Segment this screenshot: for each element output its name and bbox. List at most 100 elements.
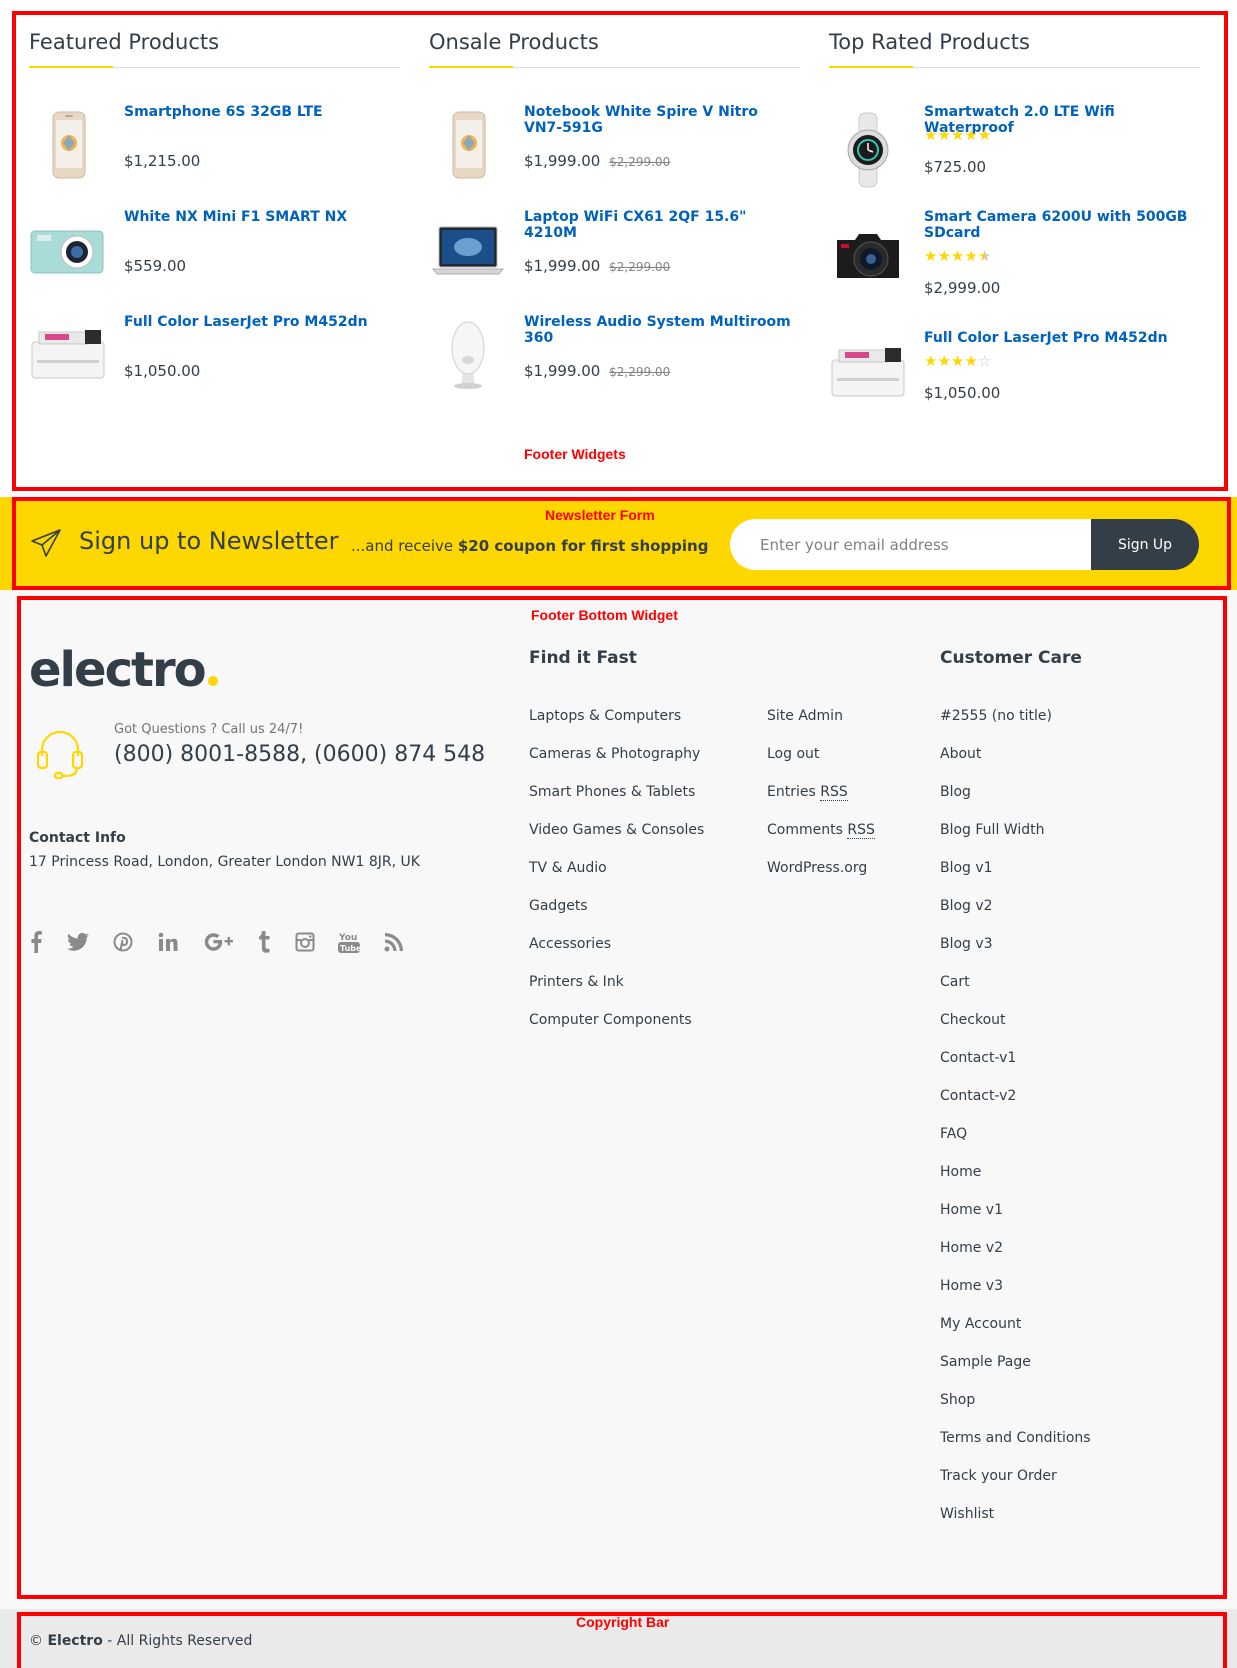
product-price: $1,999.00 $2,299.00 — [524, 257, 670, 275]
star-full-icon: ★ — [937, 248, 951, 265]
footer-link[interactable]: Accessories — [529, 936, 611, 952]
footer-link[interactable]: Cart — [940, 974, 970, 990]
product-price: $725.00 — [924, 158, 986, 176]
dslr-image[interactable] — [829, 216, 907, 294]
newsletter-email-input[interactable] — [730, 519, 1092, 570]
footer-link[interactable]: Track your Order — [940, 1468, 1057, 1484]
twitter-icon[interactable] — [66, 930, 90, 954]
google-plus-icon[interactable] — [203, 930, 235, 954]
footer-link[interactable]: Contact-v2 — [940, 1088, 1016, 1104]
footer-link[interactable]: Cameras & Photography — [529, 746, 700, 762]
star-full-icon: ★ — [924, 127, 938, 144]
contact-info-title: Contact Info — [29, 830, 126, 846]
footer-link[interactable]: Blog v3 — [940, 936, 993, 952]
product-name-link[interactable]: Full Color LaserJet Pro M452dn — [124, 314, 400, 330]
footer-link[interactable]: Computer Components — [529, 1012, 692, 1028]
sign-up-button[interactable]: Sign Up — [1091, 519, 1199, 570]
phone-image[interactable] — [29, 106, 107, 184]
phone-image[interactable] — [429, 106, 507, 184]
footer-link[interactable]: Terms and Conditions — [940, 1430, 1091, 1446]
wordpress-link[interactable]: WordPress.org — [767, 860, 867, 876]
camera-image[interactable] — [29, 211, 107, 289]
copyright-brand: Electro — [47, 1633, 103, 1649]
copyright-symbol: © — [29, 1633, 48, 1649]
product-name-link[interactable]: Full Color LaserJet Pro M452dn — [924, 330, 1200, 346]
footer-link[interactable]: Wishlist — [940, 1506, 994, 1522]
newsletter-subtitle-text: ...and receive — [351, 537, 458, 555]
log-out-link[interactable]: Log out — [767, 746, 819, 762]
footer-link[interactable]: #2555 (no title) — [940, 708, 1052, 724]
star-full-icon: ★ — [964, 248, 978, 265]
footer-link[interactable]: Blog v1 — [940, 860, 993, 876]
rss-abbr: RSS — [847, 822, 875, 839]
youtube-icon[interactable]: You Tube — [337, 930, 361, 954]
svg-text:You: You — [338, 933, 357, 943]
footer-link[interactable]: Smart Phones & Tablets — [529, 784, 695, 800]
product-name-link[interactable]: Smart Camera 6200U with 500GB SDcard — [924, 209, 1200, 241]
footer-link[interactable]: Home v1 — [940, 1202, 1003, 1218]
rss-abbr: RSS — [820, 784, 848, 801]
product-price: $559.00 — [124, 257, 186, 275]
printer-image[interactable] — [29, 316, 107, 394]
copyright-suffix: - All Rights Reserved — [102, 1633, 253, 1649]
entries-rss-link[interactable]: Entries RSS — [767, 784, 848, 801]
product-name-link[interactable]: White NX Mini F1 SMART NX — [124, 209, 400, 225]
footer-link[interactable]: Sample Page — [940, 1354, 1031, 1370]
logo-dot — [207, 676, 218, 686]
footer-link[interactable]: Printers & Ink — [529, 974, 624, 990]
customer-care-title: Customer Care — [940, 648, 1082, 668]
rss-icon[interactable] — [382, 930, 406, 954]
footer-link[interactable]: Gadgets — [529, 898, 588, 914]
product-price: $1,050.00 — [124, 362, 200, 380]
rating-stars: ★★★★☆ — [924, 354, 991, 370]
linkedin-icon[interactable] — [156, 930, 180, 954]
laptop-image[interactable] — [429, 211, 507, 289]
price-value: $2,999.00 — [924, 279, 1001, 297]
footer-link[interactable]: Contact-v1 — [940, 1050, 1016, 1066]
footer-link[interactable]: Home — [940, 1164, 981, 1180]
copyright-bar: © Electro - All Rights Reserved Copyrigh… — [0, 1609, 1237, 1668]
speaker-image[interactable] — [429, 316, 507, 394]
footer-link[interactable]: Video Games & Consoles — [529, 822, 704, 838]
footer-link[interactable]: Blog v2 — [940, 898, 993, 914]
pinterest-icon[interactable] — [111, 930, 135, 954]
contact-address: 17 Princess Road, London, Greater London… — [29, 854, 420, 870]
onsale-products-title: Onsale Products — [429, 30, 599, 54]
star-full-icon: ★ — [977, 127, 992, 144]
footer-link[interactable]: My Account — [940, 1316, 1021, 1332]
footer-link[interactable]: Blog Full Width — [940, 822, 1044, 838]
copyright-text: © Electro - All Rights Reserved — [29, 1633, 252, 1649]
watch-image[interactable] — [829, 111, 907, 189]
site-admin-link[interactable]: Site Admin — [767, 708, 843, 724]
printer-image[interactable] — [829, 334, 907, 412]
footer-link[interactable]: Shop — [940, 1392, 975, 1408]
comments-rss-link[interactable]: Comments RSS — [767, 822, 875, 839]
instagram-icon[interactable] — [293, 930, 317, 954]
footer-link[interactable]: Home v3 — [940, 1278, 1003, 1294]
product-name-link[interactable]: Wireless Audio System Multiroom 360 — [524, 314, 800, 346]
price-value: $725.00 — [924, 158, 987, 176]
footer-link[interactable]: FAQ — [940, 1126, 967, 1142]
star-full-icon: ★ — [950, 248, 965, 265]
tumblr-icon[interactable] — [252, 930, 276, 954]
footer-link[interactable]: Laptops & Computers — [529, 708, 681, 724]
product-name-link[interactable]: Smartphone 6S 32GB LTE — [124, 104, 400, 120]
price-value: $1,999.00 — [524, 257, 601, 275]
product-name-link[interactable]: Notebook White Spire V Nitro VN7-591G — [524, 104, 800, 136]
footer-link[interactable]: Blog — [940, 784, 971, 800]
title-accent-bar — [29, 66, 113, 68]
footer-link[interactable]: TV & Audio — [529, 860, 607, 876]
footer-link[interactable]: About — [940, 746, 981, 762]
star-full-icon: ★ — [950, 127, 965, 144]
facebook-icon[interactable] — [24, 930, 48, 954]
product-name-link[interactable]: Laptop WiFi CX61 2QF 15.6" 4210M — [524, 209, 800, 241]
footer-link[interactable]: Home v2 — [940, 1240, 1003, 1256]
price-value: $1,215.00 — [124, 152, 201, 170]
call-us-label: Got Questions ? Call us 24/7! — [114, 722, 304, 737]
comments-link-text: Comments — [767, 822, 848, 838]
electro-logo[interactable]: electro — [29, 645, 218, 695]
footer-link[interactable]: Checkout — [940, 1012, 1006, 1028]
price-value: $1,999.00 — [524, 362, 601, 380]
star-full-icon: ★ — [950, 353, 965, 370]
star-empty-icon: ☆ — [977, 353, 992, 370]
